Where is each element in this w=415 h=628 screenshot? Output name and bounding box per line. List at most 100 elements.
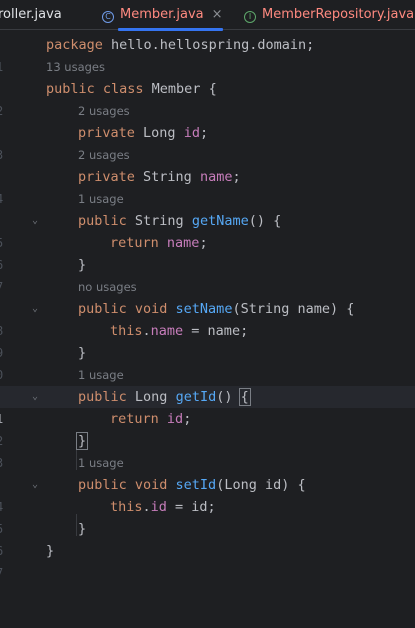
code-text: private String name; [78,166,241,188]
code-text: public Long getId() { [78,386,251,408]
method-name: setName [175,301,233,317]
field: id [150,499,167,515]
code-text: } [78,345,87,361]
code-text: package hello.hellospring.domain; [46,34,314,56]
code-line[interactable]: 6 return name; [0,232,415,272]
tab-controller[interactable]: roller.java [0,0,62,30]
class-name: Member { [143,81,217,97]
interface-icon: I [244,11,256,23]
usages-hint[interactable]: 2 usages [78,144,130,166]
field: id [183,125,200,141]
code-text: public class Member { [46,78,217,100]
code-line[interactable]: 8 ⌄ public void setName(String name) { [0,298,415,338]
keyword: return [110,235,159,251]
code-text: } [78,521,87,537]
code-text: return name; [110,232,208,254]
punct: () [216,389,241,405]
usages-hint[interactable]: no usages [78,276,137,298]
keyword: package [46,37,103,53]
keyword: public void [78,477,168,493]
editor-tab-bar: roller.java C Member.java × I MemberReposit… [0,0,415,31]
matched-brace: { [238,388,251,406]
code-text: return id; [110,408,191,430]
assignment: = id; [166,499,216,515]
code-text: } [78,257,87,273]
code-text: private Long id; [78,122,208,144]
line-number: 0 [0,364,8,386]
close-icon[interactable]: × [212,7,223,22]
keyword: public void [78,301,168,317]
punct: ; [183,411,192,427]
fold-chevron-icon[interactable]: ⌄ [32,386,38,408]
code-line[interactable]: 1 package hello.hellospring.domain; [0,34,415,74]
code-line[interactable]: 6 } [0,518,415,558]
tab-member-repository[interactable]: I MemberRepository.java [244,0,414,30]
type: String [134,169,200,185]
fold-chevron-icon[interactable]: ⌄ [32,298,38,320]
code-line[interactable]: 9 this.name = name; [0,320,415,360]
punct: () { [248,213,282,229]
code-line-current[interactable]: 1 ⌄ public Long getId() { [0,386,415,426]
package-name: hello.hellospring.domain; [102,37,315,53]
punct: ; [199,235,208,251]
code-line[interactable]: 3 private Long id; [0,122,415,162]
code-line[interactable]: 2 return id; [0,408,415,448]
code-text: public void setName(String name) { [78,298,354,320]
tab-label: Member.java [120,7,204,22]
line-number: 2 [0,100,8,122]
tab-member-java[interactable]: C Member.java × [92,0,235,31]
field: name [199,169,233,185]
line-number: 1 [0,56,8,78]
usages-hint[interactable]: 2 usages [78,100,130,122]
fold-chevron-icon[interactable]: ⌄ [32,210,38,232]
method-name: setId [175,477,217,493]
code-text: public String getName() { [78,210,281,232]
type: Long [134,125,184,141]
code-line[interactable]: 0 } [0,342,415,382]
punct: ; [199,125,209,141]
line-number: 3 [0,144,8,166]
code-line[interactable]: 7 } [0,540,415,580]
usages-hint[interactable]: 1 usage [78,452,124,474]
code-line[interactable]: 7 } [0,254,415,294]
type: String [126,213,192,229]
code-line[interactable]: 4 ⌄ public void setId(Long id) { [0,474,415,514]
keyword: private [78,125,135,141]
type: Long [126,389,176,405]
tab-label: MemberRepository.java [262,7,415,22]
code-line[interactable]: 2 public class Member { [0,78,415,118]
code-line[interactable]: 5 this.id = id; [0,496,415,536]
keyword: public [78,389,127,405]
punct: ; [232,169,241,185]
code-text: this.name = name; [110,320,248,342]
code-line[interactable]: 4 private String name; [0,166,415,206]
params: (String name) { [232,301,355,317]
method-name: getId [175,389,217,405]
keyword: this [110,499,143,515]
matched-brace: } [76,432,89,450]
field: id [166,411,184,427]
line-number: 7 [0,562,8,584]
usages-hint[interactable]: 13 usages [46,56,105,78]
keyword: public [78,213,127,229]
code-text: } [46,543,55,559]
params: (Long id) { [216,477,306,493]
usages-hint[interactable]: 1 usage [78,364,124,386]
fold-chevron-icon[interactable]: ⌄ [32,474,38,496]
keyword: public class [46,81,144,97]
line-number: 7 [0,276,8,298]
code-line[interactable]: 3 } [0,430,415,470]
line-number: 4 [0,188,8,210]
assignment: = name; [183,323,249,339]
method-name: getName [191,213,249,229]
keyword: return [110,411,159,427]
code-line[interactable]: 5 ⌄ public String getName() { [0,210,415,250]
code-text: this.id = id; [110,496,216,518]
field: name [166,235,200,251]
code-editor[interactable]: 1 package hello.hellospring.domain; 13 u… [0,30,415,580]
code-text: public void setId(Long id) { [78,474,306,496]
usages-hint[interactable]: 1 usage [78,188,124,210]
